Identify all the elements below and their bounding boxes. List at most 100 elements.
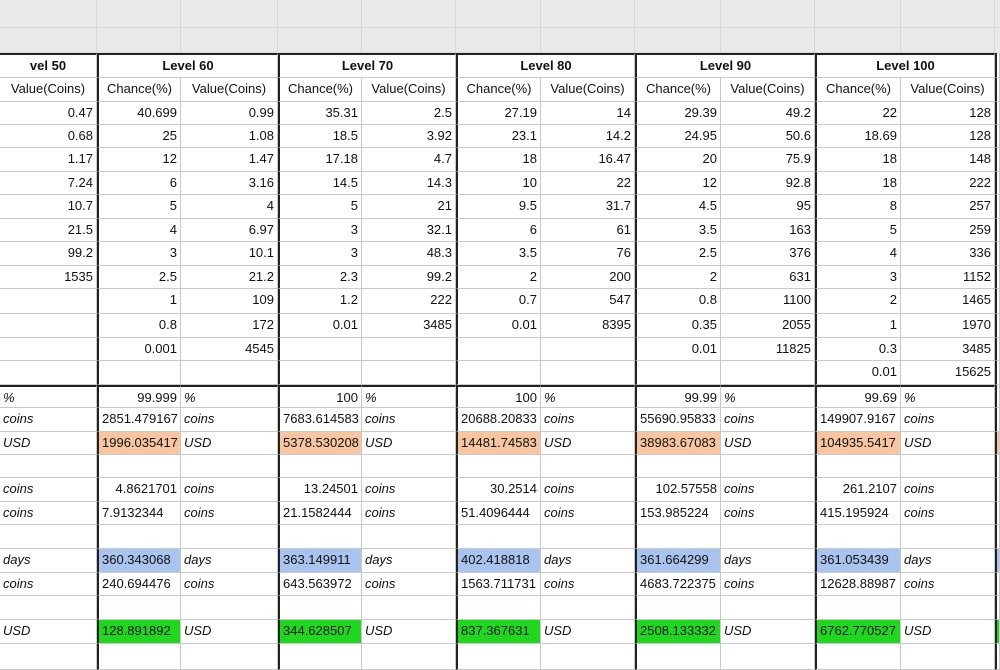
value-cell[interactable]: 3485: [362, 314, 456, 338]
level-50-value-cell[interactable]: 1535: [0, 266, 97, 289]
blank-cell[interactable]: [97, 596, 181, 620]
blank-cell[interactable]: [901, 455, 995, 478]
chance-cell[interactable]: 3: [97, 242, 181, 266]
coins-total-cell[interactable]: 149907.9167: [815, 408, 901, 432]
level-50-value-cell[interactable]: 0.68: [0, 125, 97, 148]
level-50-value-cell[interactable]: [0, 338, 97, 361]
level-header[interactable]: Level 70: [278, 53, 456, 78]
next-column-sliver[interactable]: [995, 525, 1000, 549]
value-cell[interactable]: 2055: [721, 314, 815, 338]
blank-cell[interactable]: [635, 455, 721, 478]
value-cell[interactable]: 1465: [901, 289, 995, 314]
unit-label[interactable]: coins: [362, 573, 456, 596]
blank-cell[interactable]: [635, 525, 721, 549]
next-column-sliver[interactable]: [995, 195, 1000, 219]
chance-header[interactable]: Chance(%): [815, 78, 901, 102]
days-cell[interactable]: 363.149911: [278, 549, 362, 573]
level-header[interactable]: Level 100: [815, 53, 995, 78]
chance-cell[interactable]: 0.01: [635, 338, 721, 361]
chance-cell[interactable]: 12: [635, 172, 721, 195]
blank-cell[interactable]: [97, 525, 181, 549]
level-50-unit-cell[interactable]: [0, 644, 97, 670]
chance-cell[interactable]: 10: [456, 172, 541, 195]
blank-cell[interactable]: [97, 644, 181, 670]
value-cell[interactable]: 32.1: [362, 219, 456, 242]
unit-label[interactable]: coins: [541, 502, 635, 525]
chance-cell[interactable]: 12: [97, 148, 181, 172]
days-cell[interactable]: 361.053439: [815, 549, 901, 573]
blank-cell[interactable]: [901, 525, 995, 549]
final-usd-cell[interactable]: 6762.770527: [815, 620, 901, 644]
value-cell[interactable]: 1.47: [181, 148, 278, 172]
value-cell[interactable]: 200: [541, 266, 635, 289]
usd-total-cell[interactable]: 14481.74583: [456, 432, 541, 455]
value-cell[interactable]: 50.6: [721, 125, 815, 148]
next-column-sliver[interactable]: [995, 242, 1000, 266]
value-coins-header[interactable]: Value(Coins): [541, 78, 635, 102]
value-cell[interactable]: 16.47: [541, 148, 635, 172]
value-cell[interactable]: 14: [541, 102, 635, 125]
total-chance-cell[interactable]: 99.99: [635, 385, 721, 408]
days-cell[interactable]: 402.418818: [456, 549, 541, 573]
coins-rate-cell[interactable]: 21.1582444: [278, 502, 362, 525]
blank-cell[interactable]: [901, 596, 995, 620]
value-cell[interactable]: 31.7: [541, 195, 635, 219]
chance-cell[interactable]: 2: [635, 266, 721, 289]
value-cell[interactable]: 163: [721, 219, 815, 242]
value-cell[interactable]: 1152: [901, 266, 995, 289]
value-cell[interactable]: 148: [901, 148, 995, 172]
level-50-unit-cell[interactable]: days: [0, 549, 97, 573]
blank-cell[interactable]: [278, 455, 362, 478]
chance-cell[interactable]: 6: [456, 219, 541, 242]
value-cell[interactable]: 11825: [721, 338, 815, 361]
usd-total-cell[interactable]: 38983.67083: [635, 432, 721, 455]
chance-cell[interactable]: 40.699: [97, 102, 181, 125]
chance-cell[interactable]: 0.01: [278, 314, 362, 338]
chance-cell[interactable]: 18: [815, 172, 901, 195]
blank-cell[interactable]: [901, 644, 995, 670]
value-cell[interactable]: 49.2: [721, 102, 815, 125]
value-cell[interactable]: 376: [721, 242, 815, 266]
unit-label[interactable]: %: [541, 385, 635, 408]
next-column-sliver[interactable]: [995, 573, 1000, 596]
chance-cell[interactable]: 0.35: [635, 314, 721, 338]
value-cell[interactable]: 61: [541, 219, 635, 242]
blank-cell[interactable]: [362, 644, 456, 670]
unit-label[interactable]: USD: [181, 620, 278, 644]
value-cell[interactable]: 4545: [181, 338, 278, 361]
value-cell[interactable]: 631: [721, 266, 815, 289]
unit-label[interactable]: coins: [901, 478, 995, 502]
final-usd-cell[interactable]: 344.628507: [278, 620, 362, 644]
level-50-value-cell[interactable]: 7.24: [0, 172, 97, 195]
level-50-value-cell[interactable]: 1.17: [0, 148, 97, 172]
blank-cell[interactable]: [456, 644, 541, 670]
unit-label[interactable]: USD: [362, 432, 456, 455]
chance-cell[interactable]: 5: [278, 195, 362, 219]
value-cell[interactable]: 92.8: [721, 172, 815, 195]
level-header[interactable]: Level 90: [635, 53, 815, 78]
chance-cell[interactable]: 3: [278, 219, 362, 242]
value-cell[interactable]: 547: [541, 289, 635, 314]
level-header[interactable]: Level 60: [97, 53, 278, 78]
value-cell[interactable]: 128: [901, 102, 995, 125]
value-cell[interactable]: 0.99: [181, 102, 278, 125]
value-cell[interactable]: 3.16: [181, 172, 278, 195]
value-cell[interactable]: 95: [721, 195, 815, 219]
unit-label[interactable]: coins: [721, 502, 815, 525]
chance-cell[interactable]: [97, 361, 181, 385]
next-column-sliver[interactable]: [995, 289, 1000, 314]
coins-per-day-cell[interactable]: 30.2514: [456, 478, 541, 502]
chance-cell[interactable]: 1.2: [278, 289, 362, 314]
coins-per-day-cell[interactable]: 13.24501: [278, 478, 362, 502]
value-cell[interactable]: 1.08: [181, 125, 278, 148]
chance-cell[interactable]: [278, 361, 362, 385]
value-cell[interactable]: 3485: [901, 338, 995, 361]
chance-cell[interactable]: 5: [97, 195, 181, 219]
unit-label[interactable]: coins: [181, 502, 278, 525]
days-cell[interactable]: 360.343068: [97, 549, 181, 573]
level-50-unit-cell[interactable]: coins: [0, 502, 97, 525]
coins-per-day-cell[interactable]: 4.8621701: [97, 478, 181, 502]
level-50-value-cell[interactable]: 99.2: [0, 242, 97, 266]
usd-total-cell[interactable]: 1996.035417: [97, 432, 181, 455]
unit-label[interactable]: coins: [901, 502, 995, 525]
